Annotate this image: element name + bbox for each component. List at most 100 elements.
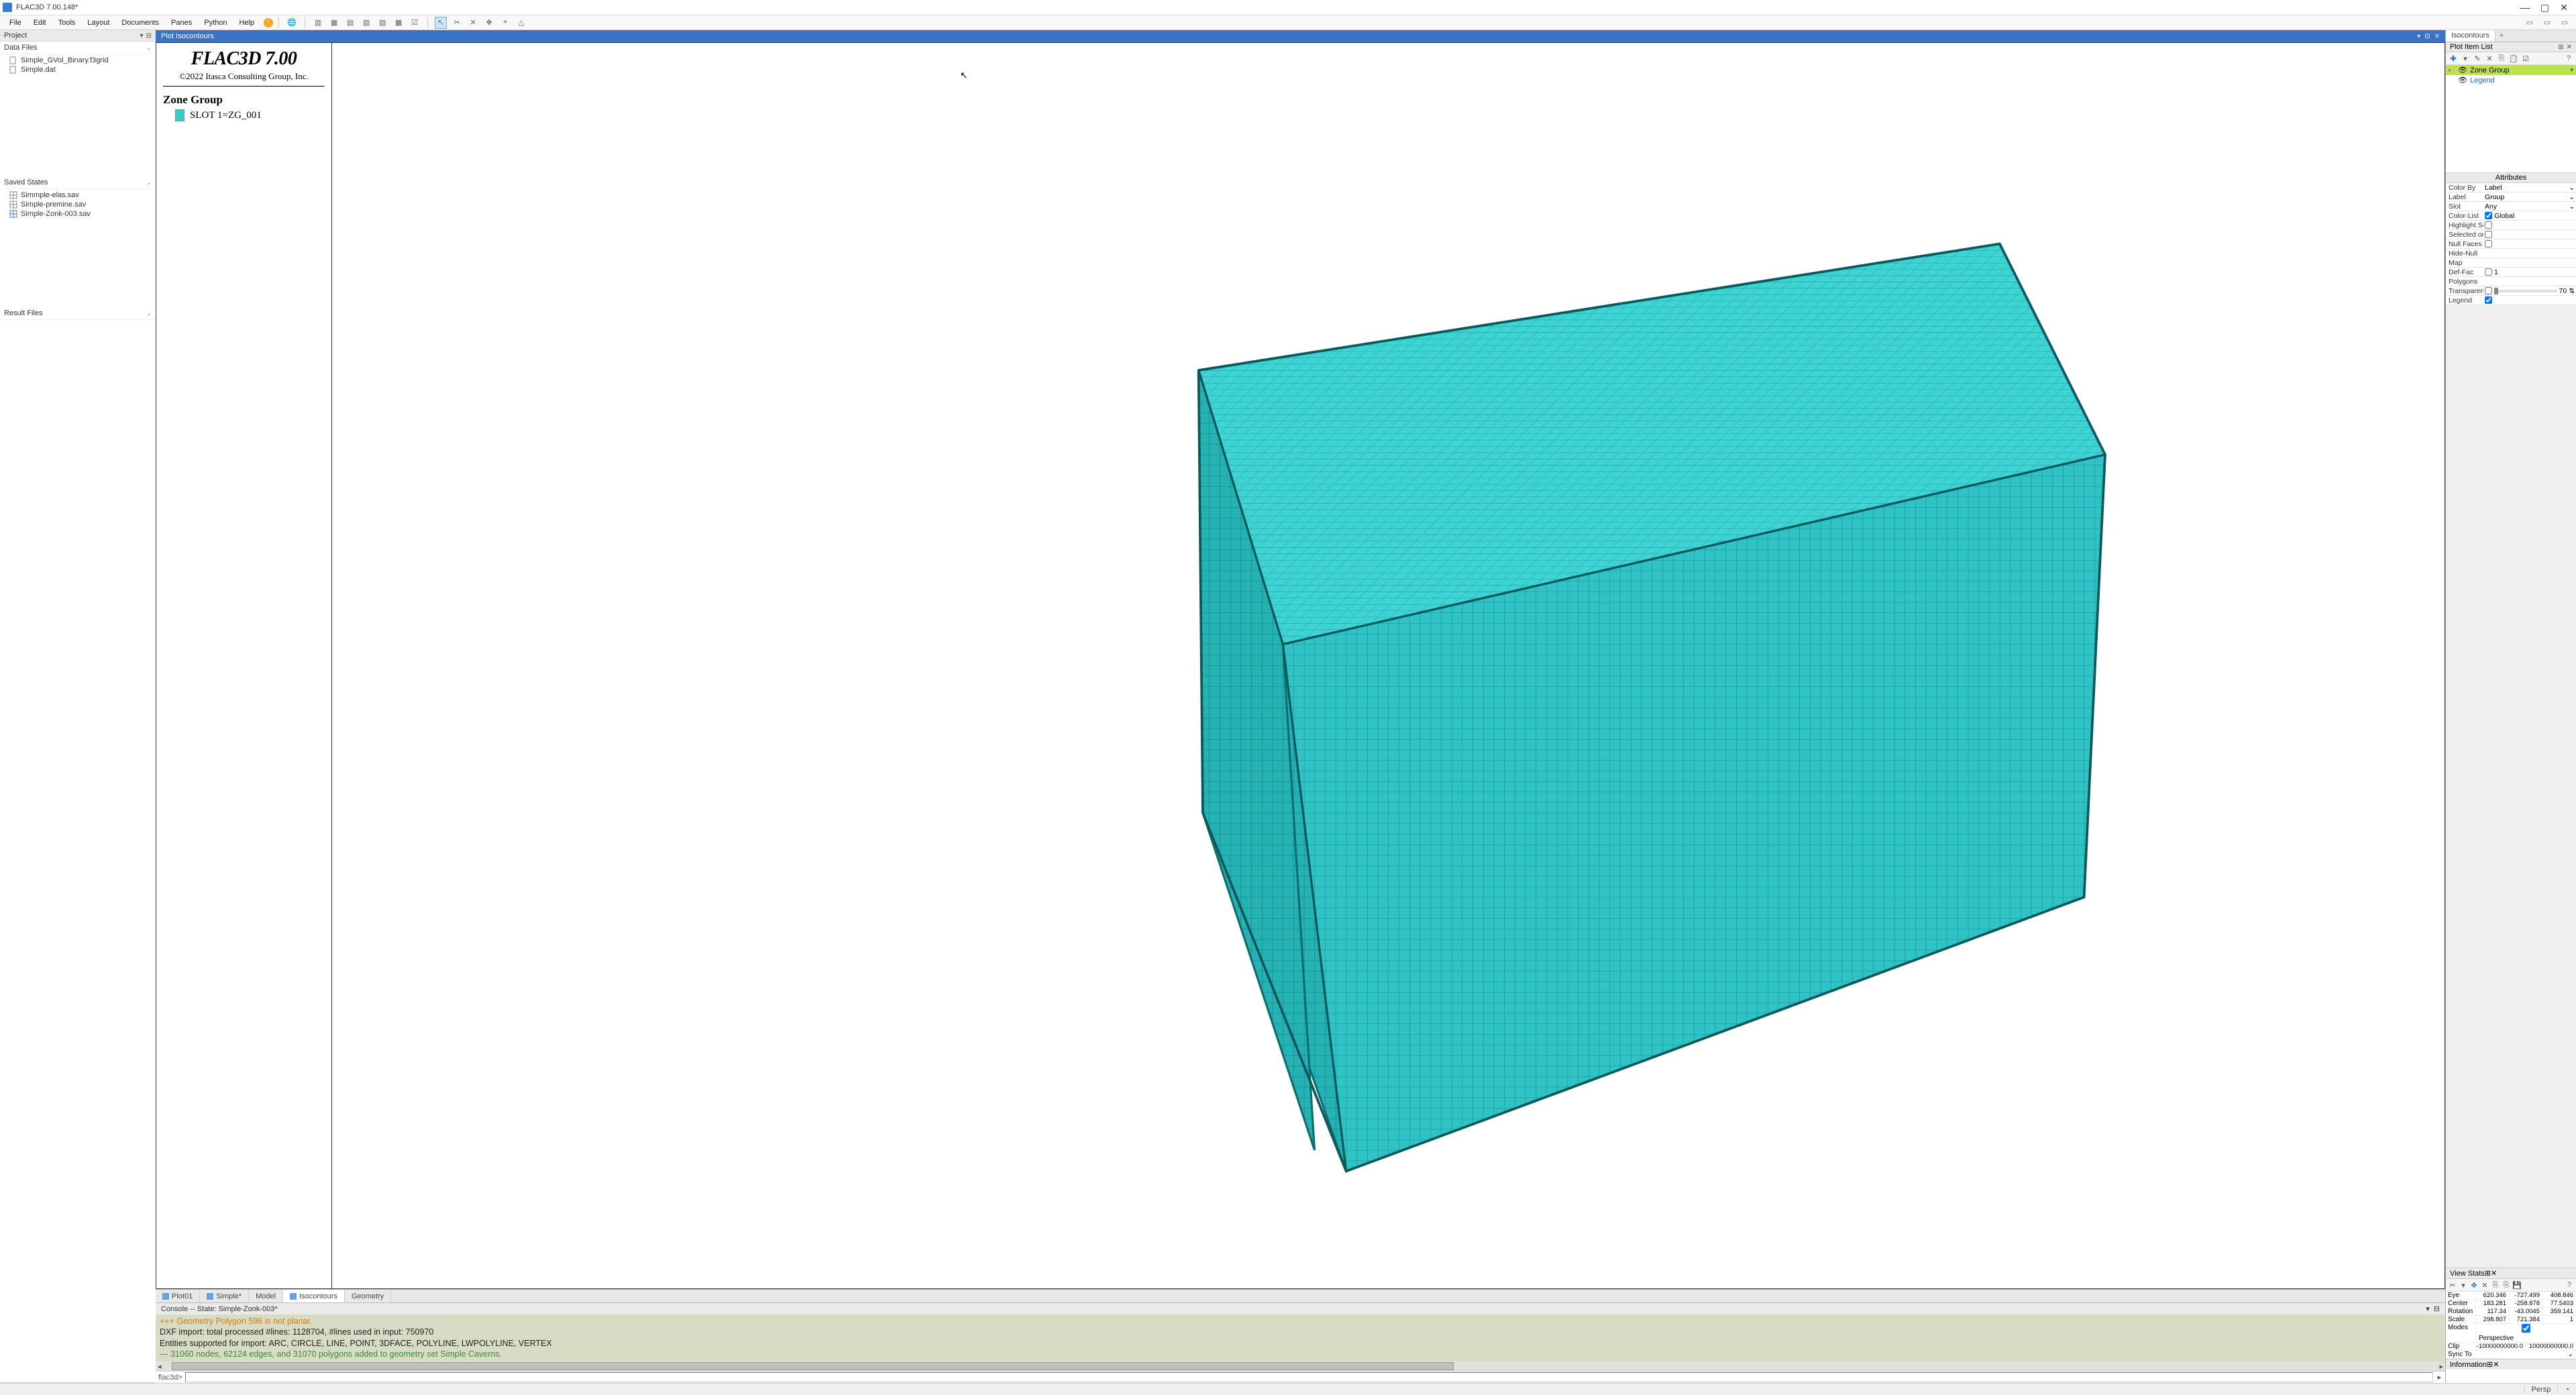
- tab-geometry[interactable]: Geometry: [345, 1290, 391, 1302]
- selected-only-checkbox[interactable]: [2485, 231, 2492, 238]
- layout-2-icon[interactable]: ▦: [328, 17, 340, 29]
- copy-icon[interactable]: ⎘: [2491, 1280, 2500, 1290]
- sync-dropdown[interactable]: ⌄: [2568, 1351, 2573, 1358]
- tab-model[interactable]: Model: [249, 1290, 283, 1302]
- saved-states-header[interactable]: Saved States ⌄: [0, 176, 156, 189]
- eye-x[interactable]: [2476, 1292, 2506, 1299]
- globe-icon[interactable]: 🌐: [286, 17, 298, 29]
- tab-isocontours-right[interactable]: Isocontours: [2446, 30, 2496, 42]
- slot-value[interactable]: Any: [2485, 203, 2497, 211]
- saved-state-item[interactable]: Simmple-elas.sav: [9, 190, 153, 200]
- close-icon[interactable]: ✕: [2493, 1360, 2499, 1369]
- edit-icon[interactable]: ✎: [2473, 54, 2482, 63]
- tab-plot01[interactable]: Plot01: [156, 1290, 200, 1302]
- check-icon[interactable]: ☑: [2521, 54, 2530, 63]
- eye-icon[interactable]: 👁: [2458, 66, 2467, 74]
- menu-edit[interactable]: Edit: [28, 17, 52, 28]
- scrollbar-thumb[interactable]: [172, 1362, 1454, 1370]
- scroll-right-icon[interactable]: ▸: [2437, 1362, 2445, 1371]
- center-x[interactable]: [2476, 1300, 2506, 1307]
- maximize-icon[interactable]: ⊞: [2485, 1269, 2491, 1278]
- cursor-icon[interactable]: ↖: [435, 17, 447, 29]
- data-files-header[interactable]: Data Files ⌄: [0, 42, 156, 54]
- add-plot-item-icon[interactable]: ✚: [2449, 54, 2458, 63]
- rot-x[interactable]: [2476, 1308, 2506, 1315]
- delete-icon[interactable]: ✕: [2485, 54, 2494, 63]
- saved-state-item[interactable]: Simple-premine.sav: [9, 200, 153, 209]
- console-dropdown-icon[interactable]: ▾: [2426, 1304, 2430, 1313]
- dropdown-icon[interactable]: ▾: [2461, 54, 2470, 63]
- eye-y[interactable]: [2510, 1292, 2540, 1299]
- scale-z[interactable]: [2543, 1316, 2573, 1323]
- menu-tools[interactable]: Tools: [53, 17, 81, 28]
- highlight-checkbox[interactable]: [2485, 221, 2492, 229]
- tool-icon[interactable]: ✂: [2448, 1280, 2457, 1290]
- saved-state-item[interactable]: Simple-Zonk-003.sav: [9, 209, 153, 219]
- menu-python[interactable]: Python: [199, 17, 232, 28]
- pane-3-icon[interactable]: ▭: [2559, 17, 2571, 29]
- delete-icon[interactable]: ✕: [2480, 1280, 2489, 1290]
- layout-5-icon[interactable]: ▨: [376, 17, 388, 29]
- pin-icon[interactable]: ⊟: [146, 32, 152, 40]
- tab-isocontours[interactable]: Isocontours: [283, 1290, 345, 1302]
- minimize-button[interactable]: —: [2520, 2, 2530, 13]
- deffac-checkbox[interactable]: [2485, 268, 2492, 276]
- console-pin-icon[interactable]: ⊟: [2434, 1304, 2440, 1313]
- legend-checkbox[interactable]: [2485, 296, 2492, 304]
- plane-icon[interactable]: ✕: [467, 17, 479, 29]
- help-icon[interactable]: ?: [2564, 54, 2573, 63]
- axes-icon[interactable]: ⌖: [499, 17, 511, 29]
- paste-icon[interactable]: ⎘: [2502, 1280, 2511, 1290]
- plot-item-zone-group[interactable]: ▸ 👁 Zone Group ▾: [2446, 65, 2576, 75]
- menu-file[interactable]: File: [4, 17, 27, 28]
- dropdown-icon[interactable]: ▾: [2459, 1280, 2468, 1290]
- center-z[interactable]: [2543, 1300, 2573, 1307]
- tab-simple[interactable]: Simple*: [200, 1290, 249, 1302]
- data-file-item[interactable]: Simple.dat: [9, 65, 153, 74]
- menu-panes[interactable]: Panes: [166, 17, 197, 28]
- scroll-left-icon[interactable]: ◂: [156, 1362, 164, 1371]
- copy-icon[interactable]: ⎘: [2497, 54, 2506, 63]
- color-by-value[interactable]: Label: [2485, 184, 2502, 192]
- close-icon[interactable]: ✕: [2491, 1269, 2497, 1278]
- scale-y[interactable]: [2510, 1316, 2540, 1323]
- console-input[interactable]: [185, 1372, 2434, 1382]
- maximize-icon[interactable]: ⊞: [2558, 44, 2563, 51]
- plot-item-legend[interactable]: 👁 Legend: [2446, 75, 2576, 85]
- plot-minimize-icon[interactable]: ⊟: [2424, 33, 2430, 40]
- null-faces-checkbox[interactable]: [2485, 240, 2492, 247]
- pane-2-icon[interactable]: ▭: [2541, 17, 2553, 29]
- plot-dropdown-icon[interactable]: ▾: [2417, 33, 2420, 40]
- menu-help[interactable]: Help: [234, 17, 260, 28]
- result-files-header[interactable]: Result Files ⌄: [0, 307, 156, 320]
- save-icon[interactable]: 💾: [2512, 1280, 2522, 1290]
- item-dropdown-icon[interactable]: ▾: [2570, 66, 2573, 74]
- data-file-item[interactable]: Simple_GVol_Binary.f3grid: [9, 56, 153, 65]
- warning-icon[interactable]: !: [264, 18, 273, 27]
- rot-y[interactable]: [2510, 1308, 2540, 1315]
- expand-icon[interactable]: ▸: [2449, 66, 2455, 74]
- scale-x[interactable]: [2476, 1316, 2506, 1323]
- rot-z[interactable]: [2543, 1308, 2573, 1315]
- plot-area[interactable]: FLAC3D 7.00 ©2022 Itasca Consulting Grou…: [156, 42, 2445, 1289]
- stepper-icon[interactable]: ⇅: [2569, 287, 2575, 295]
- transparency-slider[interactable]: [2494, 290, 2557, 292]
- check-icon[interactable]: ☑: [409, 17, 421, 29]
- measure-icon[interactable]: ✂: [451, 17, 463, 29]
- layout-3-icon[interactable]: ▤: [344, 17, 356, 29]
- close-button[interactable]: ✕: [2560, 2, 2568, 13]
- label-value[interactable]: Group: [2485, 193, 2504, 201]
- perspective-checkbox[interactable]: [2479, 1324, 2573, 1333]
- dropdown-icon[interactable]: ▾: [140, 32, 144, 40]
- console-hscrollbar[interactable]: ◂ ▸: [156, 1361, 2445, 1371]
- close-icon[interactable]: ✕: [2567, 44, 2572, 51]
- color-list-checkbox[interactable]: [2485, 212, 2492, 219]
- layout-1-icon[interactable]: ▥: [312, 17, 324, 29]
- wireframe-icon[interactable]: △: [515, 17, 527, 29]
- center-y[interactable]: [2510, 1300, 2540, 1307]
- menu-layout[interactable]: Layout: [82, 17, 115, 28]
- layout-4-icon[interactable]: ▧: [360, 17, 372, 29]
- menu-documents[interactable]: Documents: [116, 17, 164, 28]
- clip-far[interactable]: [2526, 1343, 2573, 1350]
- pane-1-icon[interactable]: ▭: [2524, 17, 2536, 29]
